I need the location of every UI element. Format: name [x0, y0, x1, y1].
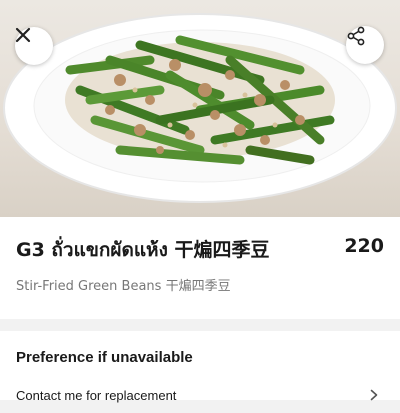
- chevron-right-icon: [370, 389, 378, 401]
- food-photo: [0, 0, 400, 217]
- food-photo-illustration: [3, 13, 397, 203]
- item-price: 220: [344, 235, 384, 257]
- item-info-card: G3 ถั่วแขกผัดแห้ง 干煸四季豆 220 Stir-Fried G…: [0, 217, 400, 319]
- close-icon: [15, 27, 31, 43]
- share-icon: [347, 26, 365, 46]
- item-description: Stir-Fried Green Beans 干煸四季豆: [16, 279, 231, 294]
- preference-card: Preference if unavailable Contact me for…: [0, 331, 400, 403]
- preference-title: Preference if unavailable: [16, 349, 193, 366]
- preference-option-label: Contact me for replacement: [16, 388, 177, 403]
- item-title: G3 ถั่วแขกผัดแห้ง 干煸四季豆: [16, 239, 270, 261]
- close-button[interactable]: [15, 27, 53, 65]
- preference-option-row[interactable]: Contact me for replacement: [0, 383, 400, 413]
- share-button[interactable]: [346, 26, 384, 64]
